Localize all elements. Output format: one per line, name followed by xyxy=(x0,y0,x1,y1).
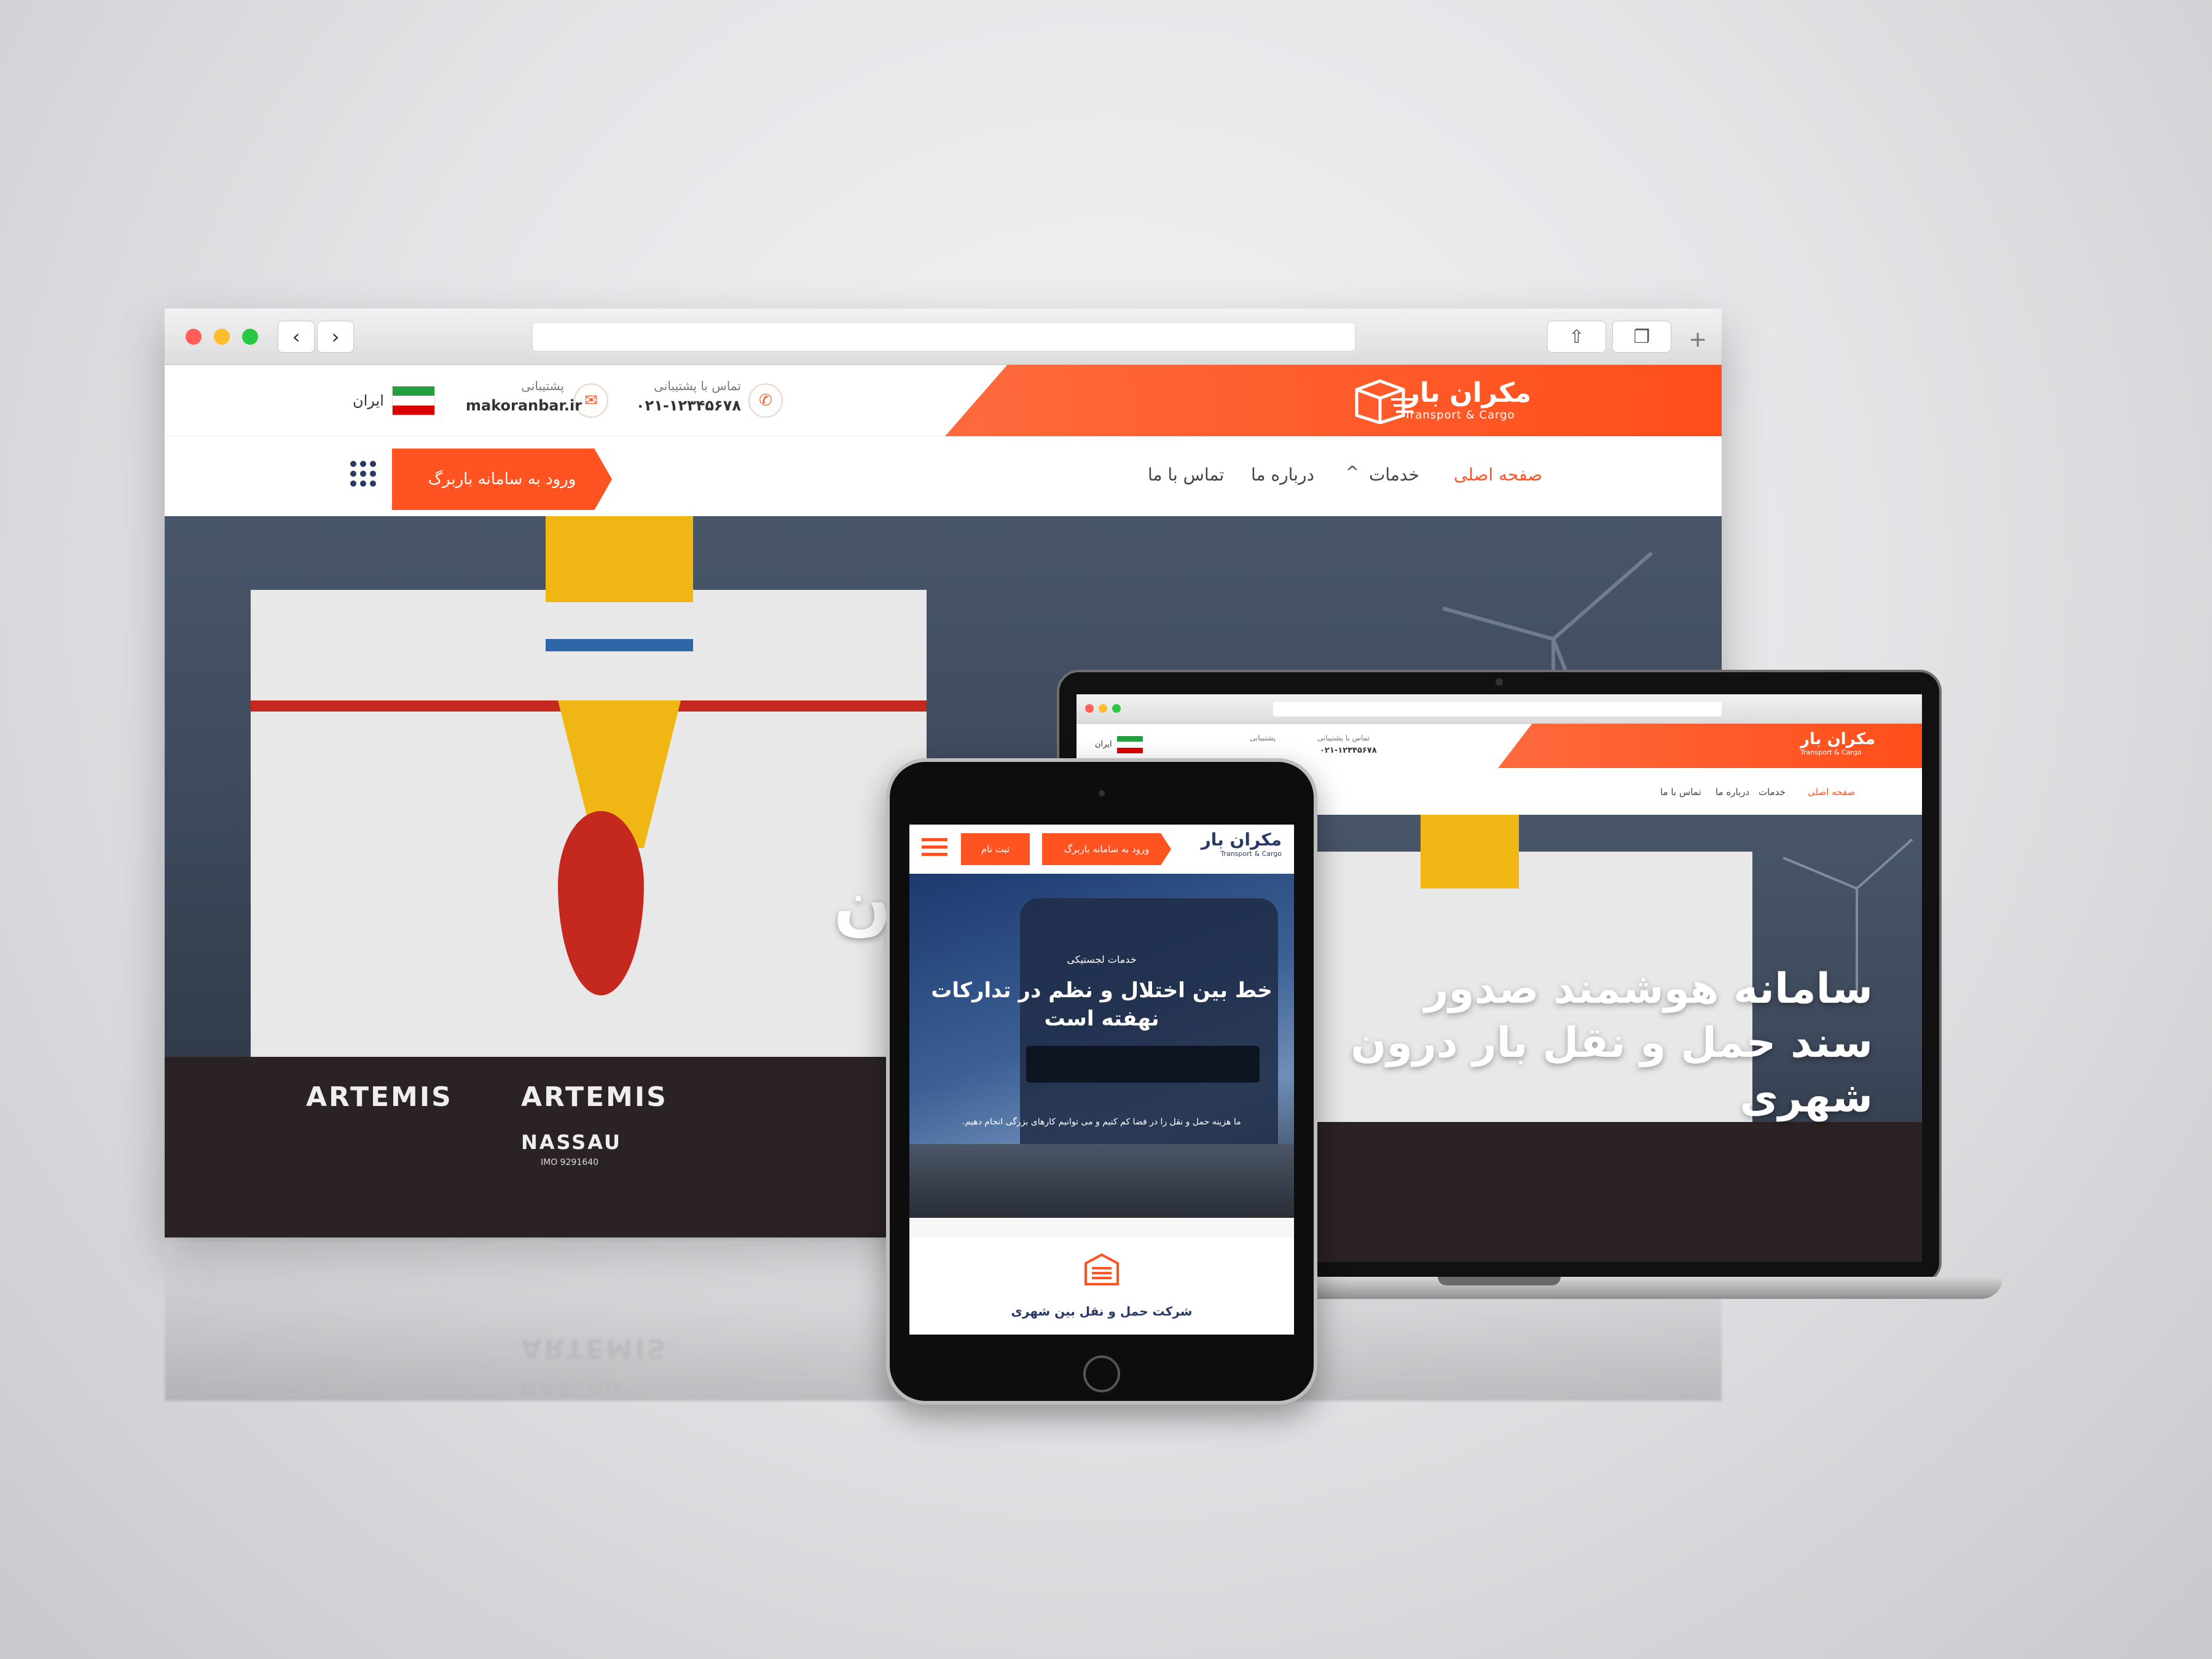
tablet-register-button[interactable]: ثبت نام xyxy=(961,833,1030,865)
tablet-hero-title-line-1: خط بین اختلال و نظم در تدارکات xyxy=(931,978,1273,1003)
tablet-hero-title-line-2: نهفته است xyxy=(1044,1006,1159,1031)
logo[interactable]: مکران بار Transport & Cargo xyxy=(1404,377,1531,422)
laptop-ship-hull xyxy=(1261,1122,1922,1262)
laptop-hero-line-3: شهری xyxy=(1739,1073,1873,1122)
warehouse-icon xyxy=(1084,1253,1119,1285)
tablet-device: مکران بار Transport & Cargo ورود به ساما… xyxy=(886,758,1317,1405)
laptop-nav-contact[interactable]: تماس با ما xyxy=(1660,786,1701,798)
laptop-maximize-dot[interactable] xyxy=(1112,704,1121,713)
url-bar[interactable] xyxy=(532,322,1355,351)
laptop-hero-line-1: سامانه هوشمند صدور xyxy=(1424,965,1873,1013)
close-window-dot[interactable] xyxy=(186,329,202,345)
tablet-hero: خدمات لجستیکی خط بین اختلال و نظم در تدا… xyxy=(909,874,1294,1218)
laptop-url-bar[interactable] xyxy=(1273,702,1722,716)
tablet-header: مکران بار Transport & Cargo ورود به ساما… xyxy=(909,825,1294,874)
back-icon[interactable]: ‹ xyxy=(278,321,315,353)
hamburger-icon[interactable] xyxy=(922,838,947,857)
nav-about[interactable]: درباره ما xyxy=(1251,465,1314,485)
tablet-service-title: شرکت حمل و نقل بین شهری xyxy=(1011,1304,1193,1319)
phone-contact: تماس با پشتیبانی ۰۲۱-۱۲۳۴۵۶۷۸ xyxy=(636,378,741,414)
grid-menu-icon[interactable] xyxy=(350,461,376,487)
tablet-home-button[interactable] xyxy=(1083,1355,1120,1392)
login-cta-button[interactable]: ورود به سامانه باربرگ xyxy=(392,449,612,510)
laptop-close-dot[interactable] xyxy=(1085,704,1094,713)
phone-value[interactable]: ۰۲۱-۱۲۳۴۵۶۷۸ xyxy=(636,397,741,414)
laptop-iran-flag-icon[interactable] xyxy=(1117,736,1143,753)
laptop-brand-name: مکران بار xyxy=(1800,730,1875,748)
nav-home[interactable]: صفحه اصلی xyxy=(1454,465,1542,485)
laptop-browser-chrome xyxy=(1077,694,1922,724)
nav-services[interactable]: خدمات xyxy=(1369,465,1419,485)
reflection-ship-port: NASSAU xyxy=(521,1378,622,1401)
tablet-brand-tagline: Transport & Cargo xyxy=(1220,850,1282,858)
tablet-hero-description: ما هزینه حمل و نقل را در فضا کم کنیم و م… xyxy=(962,1117,1241,1127)
maximize-window-dot[interactable] xyxy=(242,329,258,345)
laptop-phone-label: تماس با پشتیبانی xyxy=(1317,734,1370,742)
laptop-nav-about[interactable]: درباره ما xyxy=(1716,786,1749,798)
ship-funnel-top xyxy=(546,516,693,602)
forward-icon[interactable]: › xyxy=(317,321,354,353)
tablet-login-button[interactable]: ورود به سامانه باربرگ xyxy=(1042,833,1171,865)
laptop-camera xyxy=(1496,678,1503,686)
chevron-up-icon[interactable]: ^ xyxy=(1346,463,1359,482)
tablet-service-section: شرکت حمل و نقل بین شهری xyxy=(909,1218,1294,1335)
truck-grille-image xyxy=(1026,1046,1260,1083)
browser-chrome: ‹ › ⇧ ❐ + xyxy=(165,308,1722,365)
tablet-camera xyxy=(1099,790,1105,796)
phone-label: تماس با پشتیبانی xyxy=(654,378,741,393)
cargo-box-icon xyxy=(1355,379,1413,424)
tablet-logo[interactable]: مکران بار Transport & Cargo xyxy=(1201,830,1282,858)
ship-name-text-2: ARTEMIS xyxy=(521,1081,668,1113)
laptop-nav-home[interactable]: صفحه اصلی xyxy=(1808,786,1855,798)
laptop-hero-line-2: سند حمل و نقل بار درون xyxy=(1351,1019,1873,1068)
tablet-brand-name: مکران بار xyxy=(1201,830,1282,850)
laptop-brand-band: مکران بار Transport & Cargo xyxy=(1498,724,1922,768)
ship-funnel-stripe xyxy=(546,639,693,651)
brand-tagline: Transport & Cargo xyxy=(1404,409,1515,422)
laptop-logo[interactable]: مکران بار Transport & Cargo xyxy=(1800,730,1875,756)
email-value[interactable]: makoranbar.ir xyxy=(466,397,582,414)
laptop-hero-heading: سامانه هوشمند صدور سند حمل و نقل بار درو… xyxy=(1320,962,1873,1125)
laptop-ship-funnel xyxy=(1421,815,1519,888)
ship-imo-text: IMO 9291640 xyxy=(541,1158,599,1167)
laptop-brand-tagline: Transport & Cargo xyxy=(1800,748,1862,756)
share-icon[interactable]: ⇧ xyxy=(1547,321,1606,353)
tablet-screen: مکران بار Transport & Cargo ورود به ساما… xyxy=(909,825,1294,1335)
laptop-phone-value[interactable]: ۰۲۱-۱۲۳۴۵۶۷۸ xyxy=(1320,746,1377,755)
road-image xyxy=(909,1144,1294,1218)
new-tab-icon[interactable]: + xyxy=(1688,327,1707,352)
laptop-notch xyxy=(1438,1277,1561,1285)
country-label[interactable]: ایران xyxy=(353,392,384,409)
phone-icon[interactable]: ✆ xyxy=(748,383,783,418)
truck-image xyxy=(1020,898,1278,1169)
tablet-service-card[interactable]: شرکت حمل و نقل بین شهری xyxy=(909,1237,1294,1335)
brand-name: مکران بار xyxy=(1404,377,1531,409)
reflection-ship-name: ARTEMIS xyxy=(521,1333,668,1364)
top-info-bar: مکران بار Transport & Cargo ✆ تماس با پش… xyxy=(165,365,1722,436)
laptop-email-label: پشتیبانی xyxy=(1250,734,1276,742)
laptop-nav-services[interactable]: خدمات xyxy=(1759,786,1786,798)
minimize-window-dot[interactable] xyxy=(214,329,230,345)
laptop-minimize-dot[interactable] xyxy=(1099,704,1107,713)
tabs-icon[interactable]: ❐ xyxy=(1612,321,1671,353)
nav-contact[interactable]: تماس با ما xyxy=(1148,465,1224,485)
email-label: پشتیبانی xyxy=(521,378,564,393)
ship-port-text: NASSAU xyxy=(521,1131,622,1154)
tablet-hero-title: خط بین اختلال و نظم در تدارکات نهفته است xyxy=(922,977,1282,1033)
brand-band: مکران بار Transport & Cargo xyxy=(945,365,1722,436)
email-contact: پشتیبانی makoranbar.ir xyxy=(466,378,582,414)
laptop-country-label[interactable]: ایران xyxy=(1095,740,1112,749)
tablet-hero-kicker: خدمات لجستیکی xyxy=(1067,954,1137,965)
ship-name-text: ARTEMIS xyxy=(306,1081,453,1113)
main-navigation: صفحه اصلی خدمات ^ درباره ما تماس با ما و… xyxy=(165,436,1722,516)
iran-flag-icon[interactable] xyxy=(392,386,435,415)
